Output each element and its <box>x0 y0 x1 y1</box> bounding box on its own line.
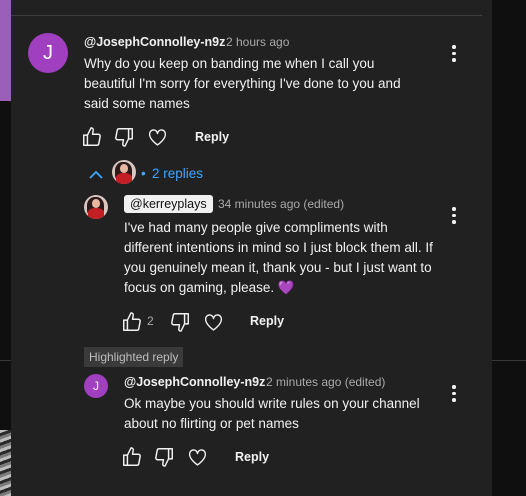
more-actions-icon[interactable] <box>452 385 456 402</box>
reply-button[interactable]: Reply <box>195 130 229 144</box>
reply-button[interactable]: Reply <box>250 314 284 328</box>
avatar[interactable]: J <box>84 374 108 398</box>
comment-author[interactable]: @JosephConnolley-n9z <box>124 375 265 389</box>
divider <box>492 360 526 361</box>
avatar[interactable] <box>84 195 108 219</box>
background-thumbnail-edge <box>0 0 11 101</box>
thumbs-down-icon[interactable] <box>153 446 175 468</box>
heart-icon[interactable] <box>187 447 208 467</box>
heart-icon[interactable] <box>203 312 224 332</box>
avatar[interactable]: J <box>28 33 68 73</box>
comment-author[interactable]: @JosephConnolley-n9z <box>84 35 225 49</box>
more-actions-icon[interactable] <box>452 207 456 224</box>
thumbs-up-icon[interactable] <box>121 446 143 468</box>
replies-toggle-dot[interactable]: • <box>141 166 146 181</box>
highlighted-reply-badge: Highlighted reply <box>84 347 184 367</box>
comment-timestamp[interactable]: 2 hours ago <box>226 35 289 49</box>
comment-text: Why do you keep on banding me when I cal… <box>84 56 401 111</box>
replies-toggle-link[interactable]: 2 replies <box>152 166 203 181</box>
comment-text: I've had many people give compliments wi… <box>124 218 434 298</box>
thumbs-down-icon[interactable] <box>113 126 135 148</box>
like-count: 2 <box>147 314 154 328</box>
divider <box>11 15 482 16</box>
purple-heart-emoji: 💜 <box>277 280 295 295</box>
thumbs-up-icon[interactable] <box>81 126 103 148</box>
more-actions-icon[interactable] <box>452 45 456 62</box>
chevron-up-icon[interactable] <box>88 168 104 180</box>
comment-timestamp[interactable]: 34 minutes ago (edited) <box>218 197 344 211</box>
divider <box>0 360 11 361</box>
avatar <box>112 160 136 184</box>
thumbs-down-icon[interactable] <box>169 311 191 333</box>
background-video-thumbnail <box>0 430 11 496</box>
heart-icon[interactable] <box>147 127 168 147</box>
thumbs-up-icon[interactable] <box>121 311 143 333</box>
comment-text: Ok maybe you should write rules on your … <box>124 396 420 431</box>
creator-handle-badge[interactable]: @kerreyplays <box>124 195 213 213</box>
comment-timestamp[interactable]: 2 minutes ago (edited) <box>266 375 385 389</box>
reply-button[interactable]: Reply <box>235 450 269 464</box>
